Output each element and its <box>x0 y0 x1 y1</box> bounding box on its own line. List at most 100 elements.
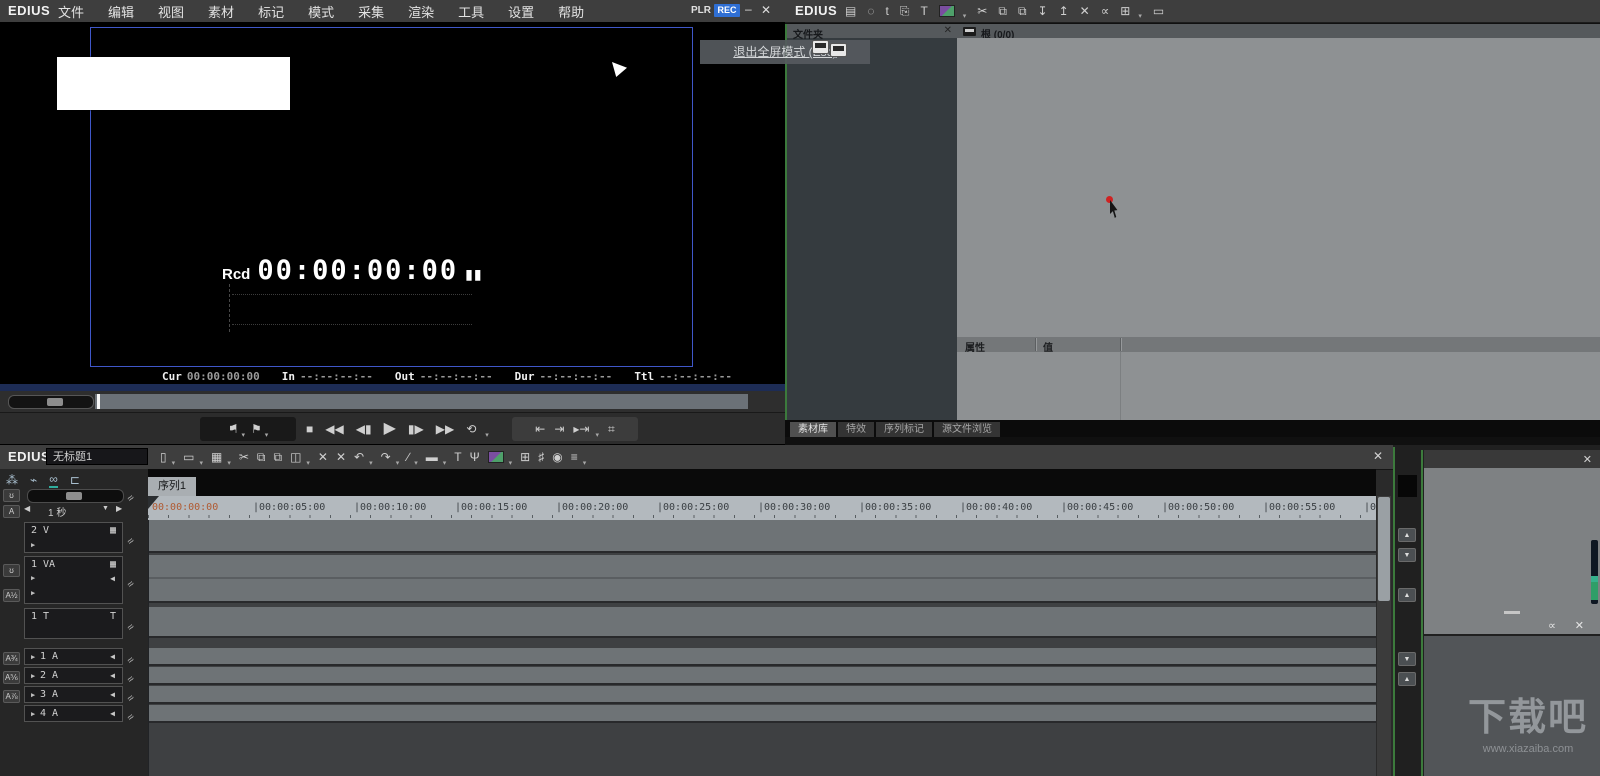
mixer-icon[interactable]: ♯ <box>538 451 544 463</box>
title-icon[interactable]: T <box>454 451 461 463</box>
ripple-mode-icon[interactable]: ⌁ <box>30 474 37 486</box>
spin-button[interactable]: ▲ <box>1398 588 1416 602</box>
tab-特效[interactable]: 特效 <box>838 422 874 437</box>
patch-cable-icon[interactable]: ≈ <box>125 484 148 507</box>
position-playhead[interactable] <box>97 394 100 409</box>
speaker-icon[interactable]: ◀ <box>110 652 115 661</box>
expand-icon[interactable]: ▶ <box>31 574 35 582</box>
export-icon-caret[interactable]: ▾ <box>509 459 513 469</box>
copy-icon[interactable]: ⧉ <box>257 451 266 463</box>
timeline-lanes[interactable] <box>148 520 1376 776</box>
fast-forward-button[interactable]: ▶▶ <box>436 423 454 435</box>
expand-icon[interactable]: ▶ <box>31 589 35 597</box>
goto-in-button[interactable]: ⇤ <box>535 423 545 435</box>
track-header-2v[interactable]: 2 V ▦ ▶ <box>24 522 123 553</box>
tab-序列标记[interactable]: 序列标记 <box>876 422 932 437</box>
redo-icon-caret[interactable]: ▾ <box>396 459 400 469</box>
bin-clip-area[interactable] <box>957 38 1600 337</box>
link-icon[interactable]: ∝ <box>1548 619 1556 632</box>
menu-item-1[interactable]: 文件 <box>58 2 84 21</box>
menu-item-6[interactable]: 模式 <box>308 2 334 21</box>
menu-item-9[interactable]: 工具 <box>458 2 484 21</box>
cut-icon[interactable]: ✂ <box>977 5 987 17</box>
save-project-icon-caret[interactable]: ▾ <box>227 459 231 469</box>
shuttle-handle[interactable] <box>47 398 63 406</box>
sequence-tab[interactable]: 序列1 <box>148 477 196 496</box>
track-header-1a[interactable]: ▶ 1 A ◀ <box>24 648 123 665</box>
sync-mode-icon[interactable]: ⊏ <box>70 474 80 486</box>
delete-icon[interactable]: ✕ <box>1080 5 1090 17</box>
mark-out-button-caret[interactable]: ▾ <box>265 431 269 441</box>
track-header-1t[interactable]: 1 T T <box>24 608 123 639</box>
patch-cable-icon[interactable]: ≈ <box>125 703 148 726</box>
patch-cable-icon[interactable]: ≈ <box>125 613 148 636</box>
set-marker-icon[interactable]: ▬ <box>426 451 438 463</box>
track-header-3a[interactable]: ▶ 3 A ◀ <box>24 686 123 703</box>
video-mute-button[interactable]: ʊ <box>3 564 20 577</box>
mark-in-button-caret[interactable]: ▾ <box>241 431 245 441</box>
audio-channel-a78-button[interactable]: A⅞ <box>3 690 20 703</box>
speaker-icon[interactable]: ◀ <box>110 709 115 718</box>
new-sequence-icon-caret[interactable]: ▾ <box>172 459 176 469</box>
expand-icon[interactable]: ▶ <box>31 672 35 680</box>
save-project-icon[interactable]: ▦ <box>211 451 222 463</box>
speaker-icon[interactable]: ◀ <box>110 671 115 680</box>
lane-1t[interactable] <box>148 607 1376 638</box>
expand-icon[interactable]: ▶ <box>31 541 35 549</box>
cut-icon[interactable]: ✂ <box>239 451 249 463</box>
monitor-icon[interactable] <box>812 40 829 54</box>
add-cut-point-icon-caret[interactable]: ▾ <box>414 459 418 469</box>
track-header-2a[interactable]: ▶ 2 A ◀ <box>24 667 123 684</box>
spin-button[interactable]: ▲ <box>1398 528 1416 542</box>
goto-out-button[interactable]: ⇥ <box>554 423 564 435</box>
search-icon[interactable]: ◌ <box>867 5 874 17</box>
close-icon[interactable]: ✕ <box>944 25 952 36</box>
open-folder-icon[interactable]: ▤ <box>845 5 856 17</box>
toolbox-icon[interactable]: ▭ <box>1153 5 1164 17</box>
monitor-icon-caret[interactable]: ▾ <box>963 12 967 22</box>
ripple-delete-icon[interactable]: ✕ <box>318 451 328 463</box>
close-icon[interactable]: ✕ <box>1583 453 1592 466</box>
audio-channel-a12-button[interactable]: A½ <box>3 589 20 602</box>
open-project-icon-caret[interactable]: ▾ <box>199 459 203 469</box>
expand-icon[interactable]: ▶ <box>31 653 35 661</box>
loop-button-caret[interactable]: ▾ <box>485 431 489 441</box>
prev-frame-button[interactable]: ◀▮ <box>356 423 372 435</box>
close-icon[interactable]: ✕ <box>1373 449 1383 463</box>
paste-icon[interactable]: ⧉ <box>273 451 282 463</box>
group-mode-icon[interactable]: ⁂ <box>6 474 18 486</box>
audio-channel-a56-button[interactable]: A⅚ <box>3 671 20 684</box>
add-title-icon[interactable]: T <box>920 5 927 17</box>
menu-item-8[interactable]: 渲染 <box>408 2 434 21</box>
play-around-cursor-button[interactable]: ▸⇥ <box>573 423 589 435</box>
expand-icon[interactable]: ▶ <box>31 710 35 718</box>
audio-mute-button[interactable]: A <box>3 505 20 518</box>
minimize-button[interactable]: – <box>745 2 752 16</box>
info-icon[interactable]: ◉ <box>552 451 562 463</box>
layout-grid-icon[interactable]: ⊞ <box>1120 5 1130 17</box>
insert-overwrite-mode-icon[interactable]: ∞ <box>49 473 58 488</box>
grid-icon[interactable]: ⊞ <box>520 451 530 463</box>
shuttle-slider[interactable] <box>8 395 94 409</box>
eject-icon[interactable]: ↥ <box>1059 5 1069 17</box>
voiceover-icon[interactable]: Ψ <box>470 451 480 463</box>
speaker-icon[interactable]: ◀ <box>110 574 115 583</box>
stop-button[interactable]: ■ <box>306 423 313 435</box>
spin-button[interactable]: ▼ <box>1398 652 1416 666</box>
menu-item-5[interactable]: 标记 <box>258 2 284 21</box>
resize-handle[interactable] <box>1504 611 1520 614</box>
expand-icon[interactable]: ▶ <box>31 691 35 699</box>
undo-icon-caret[interactable]: ▾ <box>369 459 373 469</box>
timeline-ruler[interactable]: 00:00:00:00|00:00:05:00|00:00:10:00|00:0… <box>148 496 1376 520</box>
plr-button[interactable]: PLR <box>691 5 711 16</box>
replace-icon[interactable]: ◫ <box>290 451 301 463</box>
lane-2a[interactable] <box>148 667 1376 685</box>
video-mute-button[interactable]: ʊ <box>3 489 20 502</box>
next-frame-button[interactable]: ▮▶ <box>408 423 424 435</box>
redo-icon[interactable]: ↷ <box>381 451 391 463</box>
list-icon[interactable]: ≡ <box>571 451 578 463</box>
list-icon-caret[interactable]: ▾ <box>583 459 587 469</box>
column-divider[interactable] <box>1120 338 1122 351</box>
play-button[interactable]: ▶ <box>384 421 396 437</box>
play-around-cursor-button-caret[interactable]: ▾ <box>595 431 599 441</box>
